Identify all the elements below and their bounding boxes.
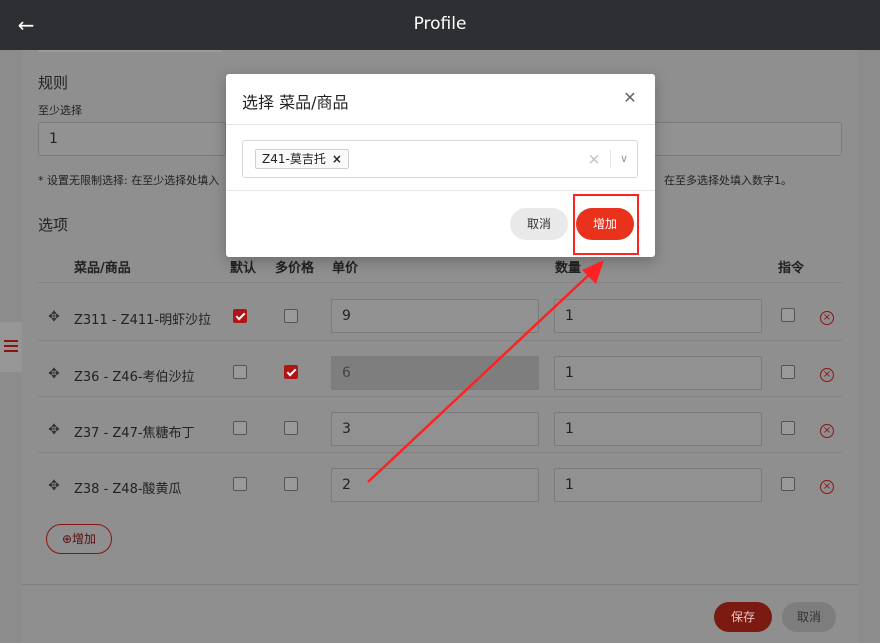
tag-remove-icon[interactable]: × [332,152,342,166]
select-divider [610,150,611,168]
dialog-title: 选择 菜品/商品 [242,93,349,112]
remove-circle-icon[interactable]: × [820,480,834,494]
rules-hint-tail: 在至多选择处填入数字1。 [664,174,792,187]
instruction-checkbox[interactable] [781,365,795,379]
col-qty: 数量 [555,261,582,276]
multi-price-checkbox[interactable] [284,421,298,435]
drag-handle-icon[interactable]: ✥ [46,366,62,382]
default-checkbox[interactable] [233,309,247,323]
dialog-divider [226,124,655,125]
qty-input[interactable]: 1 [554,468,762,502]
col-price: 单价 [332,261,359,276]
col-item: 菜品/商品 [74,261,131,276]
footer-divider [22,584,858,585]
item-multiselect[interactable]: Z41-莫吉托 × × ∨ [242,140,638,178]
tag-label: Z41-莫吉托 [262,152,326,166]
qty-input[interactable]: 1 [554,356,762,390]
col-multi-price: 多价格 [275,261,315,276]
row-divider [38,340,842,341]
selected-item-tag: Z41-莫吉托 × [255,149,349,169]
max-select-input[interactable] [646,122,842,156]
rules-heading: 规则 [38,74,69,92]
min-select-label: 至少选择 [38,104,82,117]
top-bar: ← Profile [0,0,880,50]
add-option-label: 增加 [72,532,97,546]
instruction-checkbox[interactable] [781,477,795,491]
col-default: 默认 [230,261,257,276]
drag-handle-icon[interactable]: ✥ [46,309,62,325]
price-input[interactable]: 3 [331,412,539,446]
header-divider [38,282,842,283]
qty-input[interactable]: 1 [554,412,762,446]
multi-price-checkbox[interactable] [284,477,298,491]
page-title: Profile [413,14,467,34]
side-menu-toggle[interactable] [0,322,22,372]
top-field-edge [38,50,222,52]
row-divider [38,452,842,453]
dialog-cancel-button[interactable]: 取消 [510,208,568,240]
price-input: 6 [331,356,539,390]
annotation-highlight-box [573,194,639,255]
drag-handle-icon[interactable]: ✥ [46,422,62,438]
clear-selection-icon[interactable]: × [587,150,601,168]
add-option-button[interactable]: ⊕增加 [46,524,112,554]
close-icon[interactable]: ✕ [622,89,638,107]
instruction-checkbox[interactable] [781,421,795,435]
multi-price-checkbox[interactable] [284,365,298,379]
menu-icon [4,340,18,352]
min-select-input[interactable]: 1 [38,122,226,156]
price-input[interactable]: 9 [331,299,539,333]
default-checkbox[interactable] [233,421,247,435]
default-checkbox[interactable] [233,477,247,491]
option-name: Z38 - Z48-酸黄瓜 [74,482,182,497]
multi-price-checkbox[interactable] [284,309,298,323]
plus-circle-icon: ⊕ [61,532,73,546]
option-name: Z36 - Z46-考伯沙拉 [74,370,195,385]
option-name: Z311 - Z411-明虾沙拉 [74,313,212,328]
remove-circle-icon[interactable]: × [820,368,834,382]
chevron-down-icon[interactable]: ∨ [617,150,631,168]
qty-input[interactable]: 1 [554,299,762,333]
remove-circle-icon[interactable]: × [820,311,834,325]
options-heading: 选项 [38,216,69,234]
drag-handle-icon[interactable]: ✥ [46,478,62,494]
default-checkbox[interactable] [233,365,247,379]
price-input[interactable]: 2 [331,468,539,502]
col-instruction: 指令 [778,261,805,276]
remove-circle-icon[interactable]: × [820,424,834,438]
row-divider [38,396,842,397]
save-button[interactable]: 保存 [714,602,772,632]
rules-hint: * 设置无限制选择: 在至少选择处填入 [38,174,220,187]
option-name: Z37 - Z47-焦糖布丁 [74,426,195,441]
instruction-checkbox[interactable] [781,308,795,322]
dialog-footer-divider [226,190,655,191]
cancel-button[interactable]: 取消 [782,602,836,632]
